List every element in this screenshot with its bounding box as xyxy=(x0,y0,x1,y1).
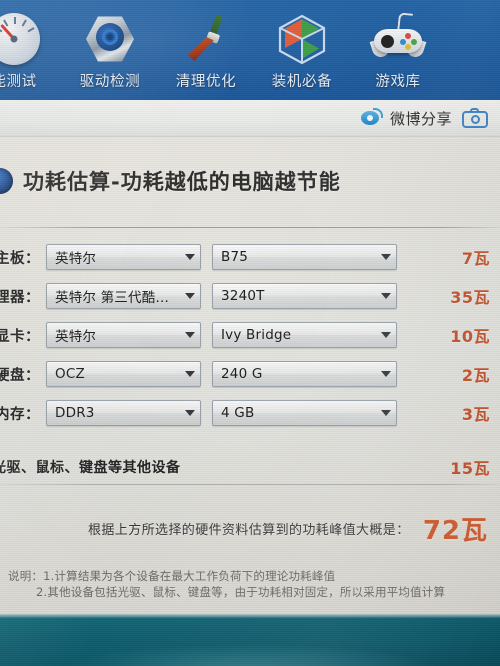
graphics-card-brand-value: 英特尔 xyxy=(55,329,97,345)
nav-label-driver-detect: 驱动检测 xyxy=(79,74,141,90)
nav-label-performance-test: 能测试 xyxy=(0,74,37,90)
other-devices-watt: 15瓦 xyxy=(450,459,490,478)
memory-capacity-select[interactable]: 4 GB xyxy=(212,400,397,426)
processor-watt: 35瓦 xyxy=(450,288,490,307)
chevron-down-icon xyxy=(376,401,396,425)
memory-type-select[interactable]: DDR3 xyxy=(46,400,201,426)
hardware-form: 主板： 英特尔 B75 7瓦 理器： 英特尔 第三代酷睿 i3 3240T 35… xyxy=(0,241,500,436)
gauge-icon xyxy=(0,13,40,65)
label-memory: 内存： xyxy=(0,406,40,423)
brush-icon xyxy=(180,13,232,65)
nav-item-clean-optimize[interactable]: 清理优化 xyxy=(158,0,254,100)
nav-item-essential-software[interactable]: 装机必备 xyxy=(254,0,350,100)
form-row-graphics-card: 显卡： 英特尔 Ivy Bridge 10瓦 xyxy=(0,319,500,351)
label-processor: 理器： xyxy=(0,289,40,306)
title-divider xyxy=(0,227,500,228)
chevron-down-icon xyxy=(376,245,396,269)
processor-model-value: 3240T xyxy=(221,288,265,304)
memory-capacity-value: 4 GB xyxy=(221,405,255,421)
graphics-card-watt: 10瓦 xyxy=(450,327,490,346)
label-hard-disk: 硬盘： xyxy=(0,367,40,384)
power-estimator-panel: 功耗估算-功耗越低的电脑越节能 主板： 英特尔 B75 7瓦 理器： 英特尔 第… xyxy=(0,136,500,616)
other-devices-label: 光驱、鼠标、键盘等其他设备 xyxy=(0,460,181,476)
total-power-value: 72瓦 xyxy=(422,515,488,546)
chevron-down-icon xyxy=(180,362,200,386)
cube-icon xyxy=(276,13,328,65)
total-divider xyxy=(0,484,500,485)
hard-disk-capacity-select[interactable]: 240 G xyxy=(212,361,397,387)
graphics-card-model-select[interactable]: Ivy Bridge xyxy=(212,322,397,348)
chevron-down-icon xyxy=(376,284,396,308)
motherboard-brand-select[interactable]: 英特尔 xyxy=(46,244,201,270)
memory-type-value: DDR3 xyxy=(55,405,95,421)
motherboard-model-select[interactable]: B75 xyxy=(212,244,397,270)
motherboard-brand-value: 英特尔 xyxy=(55,251,97,267)
form-row-memory: 内存： DDR3 4 GB 3瓦 xyxy=(0,397,500,429)
blue-dot-icon xyxy=(0,168,13,194)
other-devices-row: 光驱、鼠标、键盘等其他设备 15瓦 xyxy=(0,454,500,480)
motherboard-model-value: B75 xyxy=(221,249,249,265)
gamepad-icon xyxy=(369,12,427,65)
share-toolbar: 微博分享 xyxy=(0,100,500,137)
chevron-down-icon xyxy=(180,245,200,269)
label-motherboard: 主板： xyxy=(0,250,40,267)
monitor-bezel xyxy=(0,614,500,666)
page-title: 功耗估算-功耗越低的电脑越节能 xyxy=(23,170,341,194)
top-navigation-bar: 能测试 驱动检测 清理优化 xyxy=(0,0,500,100)
total-power-label: 根据上方所选择的硬件资料估算到的功耗峰值大概是： xyxy=(88,522,410,538)
bezel-highlight xyxy=(0,614,500,618)
processor-model-select[interactable]: 3240T xyxy=(212,283,397,309)
hex-gear-icon xyxy=(84,13,136,65)
note-line-2: 2.其他设备包括光驱、鼠标、键盘等，由于功耗相对固定，所以采用平均值计算 xyxy=(36,585,446,599)
camera-icon[interactable] xyxy=(462,108,488,128)
bezel-glow xyxy=(60,644,440,666)
nav-label-essential-software: 装机必备 xyxy=(271,74,333,90)
label-graphics-card: 显卡： xyxy=(0,328,40,345)
processor-brand-select[interactable]: 英特尔 第三代酷睿 i3 xyxy=(46,283,201,309)
monitor-photo-screen: 能测试 驱动检测 清理优化 xyxy=(0,0,500,666)
total-power-row: 根据上方所选择的硬件资料估算到的功耗峰值大概是： 72瓦 xyxy=(0,504,500,552)
form-row-processor: 理器： 英特尔 第三代酷睿 i3 3240T 35瓦 xyxy=(0,280,500,312)
note-line-1: 说明：1.计算结果为各个设备在最大工作负荷下的理论功耗峰值 xyxy=(8,569,336,583)
nav-label-game-library: 游戏库 xyxy=(375,74,421,90)
chevron-down-icon xyxy=(376,323,396,347)
memory-watt: 3瓦 xyxy=(461,405,490,424)
motherboard-watt: 7瓦 xyxy=(461,249,490,268)
graphics-card-model-value: Ivy Bridge xyxy=(221,327,292,343)
hard-disk-brand-value: OCZ xyxy=(55,366,85,382)
nav-item-driver-detect[interactable]: 驱动检测 xyxy=(62,0,158,100)
hard-disk-capacity-value: 240 G xyxy=(221,366,263,382)
nav-label-clean-optimize: 清理优化 xyxy=(175,74,237,90)
chevron-down-icon xyxy=(376,362,396,386)
weibo-share-label: 微博分享 xyxy=(389,109,452,128)
chevron-down-icon xyxy=(180,284,200,308)
panel-title-row: 功耗估算-功耗越低的电脑越节能 xyxy=(0,166,341,196)
nav-item-game-library[interactable]: 游戏库 xyxy=(350,0,446,100)
nav-items-list: 能测试 驱动检测 清理优化 xyxy=(0,0,446,100)
hard-disk-watt: 2瓦 xyxy=(461,366,490,385)
hard-disk-brand-select[interactable]: OCZ xyxy=(46,361,201,387)
chevron-down-icon xyxy=(180,401,200,425)
form-row-hard-disk: 硬盘： OCZ 240 G 2瓦 xyxy=(0,358,500,390)
processor-brand-value: 英特尔 第三代酷睿 i3 xyxy=(55,290,180,306)
chevron-down-icon xyxy=(180,323,200,347)
nav-item-performance-test[interactable]: 能测试 xyxy=(0,0,62,100)
graphics-card-brand-select[interactable]: 英特尔 xyxy=(46,322,201,348)
footer-notes: 说明：1.计算结果为各个设备在最大工作负荷下的理论功耗峰值 2.其他设备包括光驱… xyxy=(8,568,494,600)
form-row-motherboard: 主板： 英特尔 B75 7瓦 xyxy=(0,241,500,273)
weibo-share-button[interactable]: 微博分享 xyxy=(360,108,452,129)
weibo-eye-icon xyxy=(360,108,383,128)
